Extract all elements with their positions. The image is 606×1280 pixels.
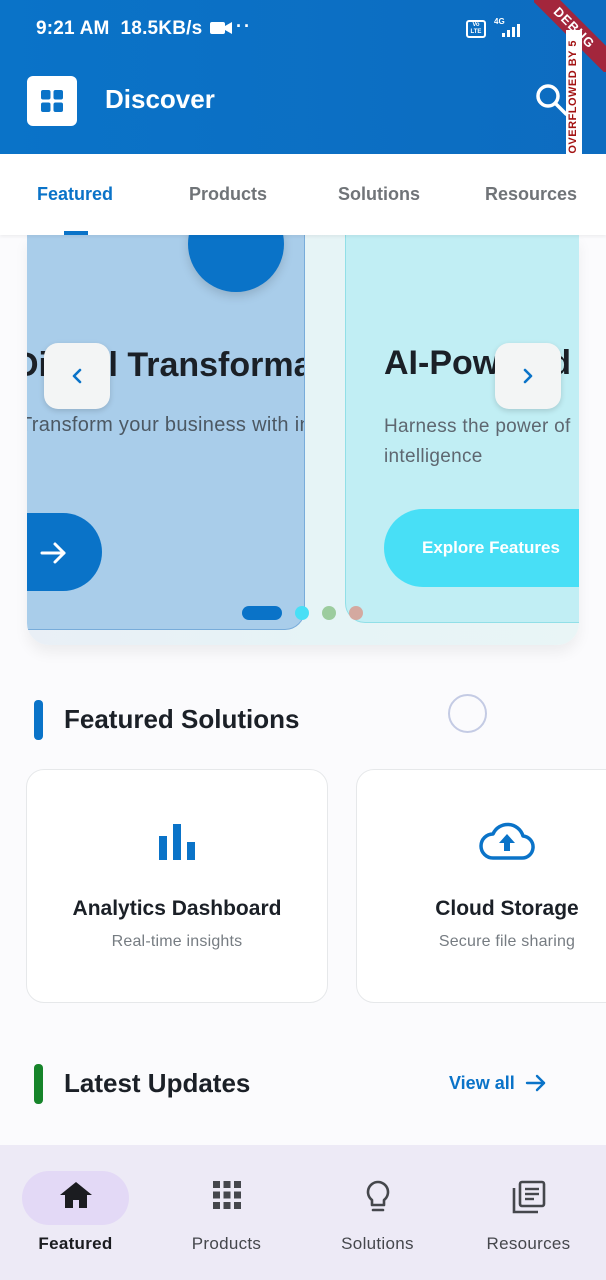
home-icon	[59, 1182, 92, 1208]
signal-icon: 4G	[494, 17, 524, 39]
video-call-icon	[209, 22, 232, 34]
notification-dots: ··	[236, 16, 252, 36]
card-icon-wrap	[27, 822, 327, 866]
grid-logo-icon	[41, 90, 63, 112]
app-header: 9:21 AM 18.5KB/s ·· Vo LTE 4G DEBUG Disc…	[0, 0, 606, 154]
tab-featured[interactable]: Featured	[37, 184, 113, 205]
tab-bar: Featured Products Solutions Resources	[0, 154, 606, 235]
search-icon	[536, 84, 568, 116]
card-subtitle: Real-time insights	[111, 933, 243, 950]
slide-cta-button[interactable]	[27, 513, 102, 591]
tab-indicator	[64, 231, 88, 235]
bottom-nav-solutions[interactable]: Solutions	[302, 1145, 453, 1280]
carousel-next-button[interactable]	[495, 343, 561, 409]
apps-grid-icon	[212, 1181, 241, 1209]
arrow-right-icon	[525, 1074, 545, 1092]
section-title: Latest Updates	[64, 1068, 251, 1098]
tab-solutions[interactable]: Solutions	[338, 184, 420, 205]
section-accent-bar	[34, 700, 43, 740]
slide-description-line: intelligence	[384, 446, 483, 467]
loading-spinner	[448, 694, 487, 733]
explore-features-button[interactable]: Explore Features	[384, 509, 579, 587]
arrow-right-icon	[40, 542, 66, 564]
nav-label: Resources	[486, 1234, 571, 1253]
app-logo	[27, 76, 77, 126]
tab-products[interactable]: Products	[189, 184, 267, 205]
carousel-dot[interactable]	[322, 606, 336, 620]
card-title: Analytics Dashboard	[72, 897, 282, 920]
overflow-warning: OVERFLOWED BY 5	[566, 30, 582, 154]
network-speed: 18.5KB/s	[120, 18, 203, 39]
carousel-prev-button[interactable]	[44, 343, 110, 409]
bar-chart-icon	[159, 824, 195, 860]
view-all-label: View all	[449, 1072, 515, 1093]
nav-icon-wrap	[151, 1179, 302, 1215]
bottom-navigation: Featured Products Solutions Resources	[0, 1145, 606, 1280]
section-title: Featured Solutions	[64, 704, 300, 734]
nav-icon-wrap	[302, 1179, 453, 1215]
nav-label: Featured	[38, 1234, 113, 1253]
overflow-warning-text: OVERFLOWED BY 5	[567, 40, 579, 154]
slide-description-line: Harness the power of	[384, 416, 571, 437]
carousel-slide-1[interactable]: Digital Transformation Transform your bu…	[27, 235, 305, 630]
hero-carousel[interactable]: Digital Transformation Transform your bu…	[27, 235, 579, 645]
carousel-dot[interactable]	[242, 606, 282, 620]
network-type: 4G	[494, 17, 505, 26]
nav-icon-wrap	[0, 1179, 151, 1215]
bottom-nav-products[interactable]: Products	[151, 1145, 302, 1280]
app-screen: 9:21 AM 18.5KB/s ·· Vo LTE 4G DEBUG Disc…	[0, 0, 606, 1280]
search-button[interactable]	[534, 82, 570, 118]
status-time-speed: 9:21 AM 18.5KB/s	[36, 18, 232, 40]
nav-label: Products	[191, 1234, 262, 1253]
nav-label: Solutions	[341, 1234, 414, 1253]
page-title: Discover	[105, 84, 215, 114]
volte-icon: Vo LTE	[466, 20, 486, 38]
carousel-slide-2[interactable]: AI-Powered Solutions Harness the power o…	[345, 235, 579, 623]
solution-card-cloud[interactable]: Cloud Storage Secure file sharing	[356, 769, 606, 1003]
section-accent-bar	[34, 1064, 43, 1104]
library-books-icon	[512, 1180, 545, 1214]
status-time: 9:21 AM	[36, 18, 110, 39]
status-icons: Vo LTE 4G	[466, 17, 524, 40]
status-bar: 9:21 AM 18.5KB/s ·· Vo LTE 4G DEBUG	[0, 0, 606, 72]
solution-card-analytics[interactable]: Analytics Dashboard Real-time insights	[26, 769, 328, 1003]
card-title: Cloud Storage	[435, 897, 579, 920]
chevron-right-icon	[523, 368, 533, 384]
carousel-dot[interactable]	[295, 606, 309, 620]
tab-resources[interactable]: Resources	[485, 184, 577, 205]
view-all-link[interactable]: View all	[449, 1072, 547, 1094]
card-subtitle: Secure file sharing	[438, 933, 576, 950]
chevron-left-icon	[72, 368, 82, 384]
card-icon-wrap	[357, 822, 606, 866]
carousel-dot[interactable]	[349, 606, 363, 620]
slide-description: Transform your business with innovative	[27, 414, 304, 436]
slide-badge	[188, 235, 284, 292]
lightbulb-icon	[366, 1180, 389, 1212]
bottom-nav-featured[interactable]: Featured	[0, 1145, 151, 1280]
cloud-upload-icon	[479, 822, 535, 860]
bottom-nav-resources[interactable]: Resources	[453, 1145, 604, 1280]
slide-description: Harness the power of intelligence	[384, 412, 579, 472]
nav-icon-wrap	[453, 1179, 604, 1215]
